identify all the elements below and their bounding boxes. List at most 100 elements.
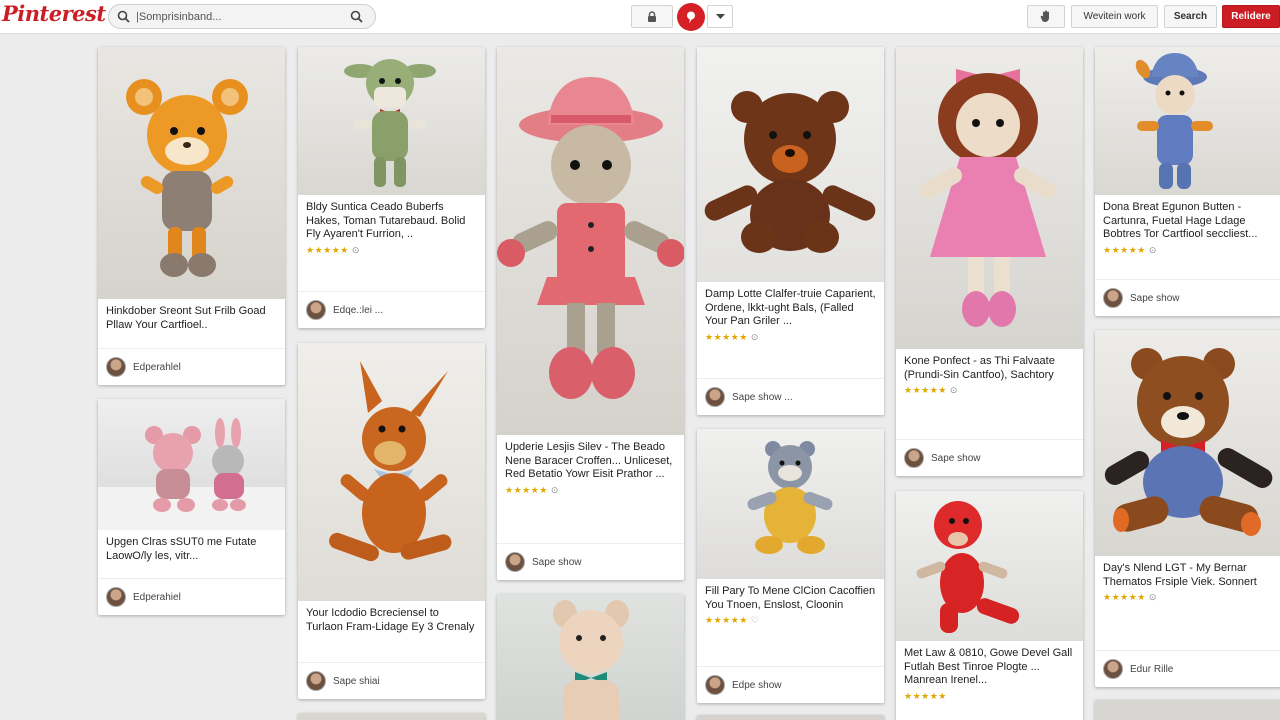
pin-it-button[interactable] <box>677 3 705 31</box>
pin-author-name: Sape show <box>1130 292 1180 304</box>
pin-author[interactable]: Sape show <box>896 439 1083 476</box>
pin-card[interactable]: Bldy Suntica Ceado Buberfs Hakes, Toman … <box>298 47 485 328</box>
avatar <box>505 552 525 572</box>
pin-icon <box>684 10 698 24</box>
pin-caption: Your Icdodio Bcreciensel to Turlaon Fram… <box>306 607 475 633</box>
blue-hat-boy-amigurumi-icon <box>1135 53 1213 189</box>
pin-card[interactable]: Met Law & 0810, Gowe Devel Gall Futlah B… <box>896 491 1083 720</box>
pin-card[interactable]: Damp Lotte Clalfer-truie Caparient, Orde… <box>697 47 884 415</box>
pin-author[interactable]: Sape show <box>497 543 684 580</box>
green-goblin-amigurumi-icon <box>344 59 436 187</box>
grey-raccoon-amigurumi-icon <box>747 441 833 554</box>
pinterest-logo[interactable]: Pinterest <box>2 1 106 26</box>
pin-card[interactable]: Your Icdodio Bcreciensel to Turlaon Fram… <box>298 343 485 699</box>
rating-stars: ★★★★★ ⊙ <box>705 331 759 342</box>
pin-caption: Upgen Clras sSUT0 me Futate LaowO/ly les… <box>106 536 257 562</box>
pin-caption: Fill Pary To Mene ClCion Cacoffien You T… <box>705 585 876 611</box>
pin-image[interactable] <box>1095 47 1280 195</box>
rating-stars: ★★★★★ ⊙ <box>505 484 559 495</box>
pin-card[interactable] <box>697 715 884 720</box>
pin-card[interactable]: Kone Ponfect - as Thi Falvaate (Prundi-S… <box>896 47 1083 476</box>
avatar <box>1103 288 1123 308</box>
rating-stars: ★★★★★ ⊙ <box>904 385 958 395</box>
notifications-button[interactable] <box>1027 5 1065 28</box>
pin-caption: Dona Breat Egunon Butten - Cartunra, Fue… <box>1103 201 1258 240</box>
work-button[interactable]: Wevitein work <box>1071 5 1158 28</box>
orange-donkey-amigurumi-icon <box>329 361 452 562</box>
rating-stars: ★★★★★ <box>904 690 947 701</box>
pin-author-name: Edur Rille <box>1130 663 1174 675</box>
pin-author-name: Sape show <box>532 556 582 568</box>
pin-author[interactable]: Edperahlel <box>98 348 285 385</box>
pin-card[interactable]: Hinkdober Sreont Sut Frilb Goad Pllaw Yo… <box>98 47 285 385</box>
pin-image[interactable] <box>896 491 1083 641</box>
pin-image[interactable] <box>98 47 285 299</box>
pin-author[interactable]: Edqe.:lei ... <box>298 291 485 328</box>
search-submit-icon[interactable] <box>350 10 363 23</box>
pin-author-name: Edpe show <box>732 679 782 691</box>
pin-author[interactable]: Sape shiai <box>298 662 485 699</box>
pin-image[interactable] <box>497 47 684 435</box>
pin-author-name: Edqe.:lei ... <box>333 304 384 316</box>
lock-icon <box>646 10 658 23</box>
rating-stars: ★★★★★ ⊙ <box>1103 244 1157 255</box>
pin-author-name: Edperahiel <box>133 591 181 603</box>
pin-caption: Bldy Suntica Ceado Buberfs Hakes, Toman … <box>306 201 466 240</box>
pin-author-name: Sape show ... <box>732 391 793 403</box>
search-button[interactable]: Search <box>1164 5 1217 28</box>
avatar <box>705 675 725 695</box>
pink-rabbit-amigurumi-icon <box>98 418 285 530</box>
pin-image[interactable] <box>896 47 1083 349</box>
pin-author[interactable]: Sape show ... <box>697 378 884 415</box>
pin-image[interactable] <box>298 47 485 195</box>
pin-card[interactable] <box>1095 700 1280 720</box>
avatar <box>106 587 126 607</box>
search-input[interactable] <box>136 8 336 25</box>
pin-card[interactable]: Fill Pary To Mene ClCion Cacoffien You T… <box>697 429 884 703</box>
avatar <box>306 671 326 691</box>
primary-action-button[interactable]: Relidere <box>1222 5 1280 28</box>
pin-card[interactable]: Upderie Lesjis Silev - The Beado Nene Ba… <box>497 47 684 580</box>
pin-caption: Damp Lotte Clalfer-truie Caparient, Orde… <box>705 288 876 327</box>
profile-dropdown-button[interactable] <box>707 5 733 28</box>
pin-card[interactable] <box>298 713 485 720</box>
teddy-bear-bowtie-amigurumi-icon <box>1104 348 1273 536</box>
hand-icon <box>1040 10 1052 23</box>
orange-fox-amigurumi-icon <box>126 79 248 277</box>
avatar <box>106 357 126 377</box>
top-navigation-bar: Pinterest Wevitein work Search Relidere <box>0 0 1280 34</box>
pink-dress-doll-amigurumi-icon <box>920 69 1056 327</box>
pin-image[interactable] <box>98 399 285 530</box>
rating-stars: ★★★★★ ⊙ <box>1103 592 1157 602</box>
beige-bunny-amigurumi-icon <box>553 600 629 720</box>
pin-image[interactable] <box>697 47 884 282</box>
pin-card[interactable]: Dona Breat Egunon Butten - Cartunra, Fue… <box>1095 47 1280 316</box>
brown-bear-amigurumi-icon <box>704 91 876 253</box>
avatar <box>1103 659 1123 679</box>
pin-author[interactable]: Sape show <box>1095 279 1280 316</box>
chevron-down-icon <box>715 13 725 20</box>
red-creature-amigurumi-icon <box>916 501 1020 633</box>
pin-author[interactable]: Edpe show <box>697 666 884 703</box>
pin-image[interactable] <box>697 429 884 579</box>
search-icon <box>117 10 130 23</box>
pin-caption: Day's Nlend LGT - My Bernar Thematos Frs… <box>1103 562 1257 588</box>
pin-author-name: Edperahlel <box>133 361 181 373</box>
pin-image[interactable] <box>497 594 684 720</box>
pin-image[interactable] <box>298 343 485 601</box>
pin-image[interactable] <box>1095 330 1280 556</box>
pin-card[interactable]: Upgen Clras sSUT0 me Futate LaowO/ly les… <box>98 399 285 615</box>
avatar <box>904 448 924 468</box>
avatar <box>306 300 326 320</box>
avatar <box>705 387 725 407</box>
pin-author-name: Sape shiai <box>333 675 380 687</box>
pin-card[interactable] <box>497 594 684 720</box>
lock-button[interactable] <box>631 5 673 28</box>
search-bar[interactable] <box>108 4 376 29</box>
pin-author-name: Sape show <box>931 452 981 464</box>
pin-author[interactable]: Edperahiel <box>98 578 285 615</box>
pin-caption: Hinkdober Sreont Sut Frilb Goad Pllaw Yo… <box>106 305 266 331</box>
pink-doll-amigurumi-icon <box>497 77 684 399</box>
pin-card[interactable]: Day's Nlend LGT - My Bernar Thematos Frs… <box>1095 330 1280 687</box>
pin-author[interactable]: Edur Rille <box>1095 650 1280 687</box>
